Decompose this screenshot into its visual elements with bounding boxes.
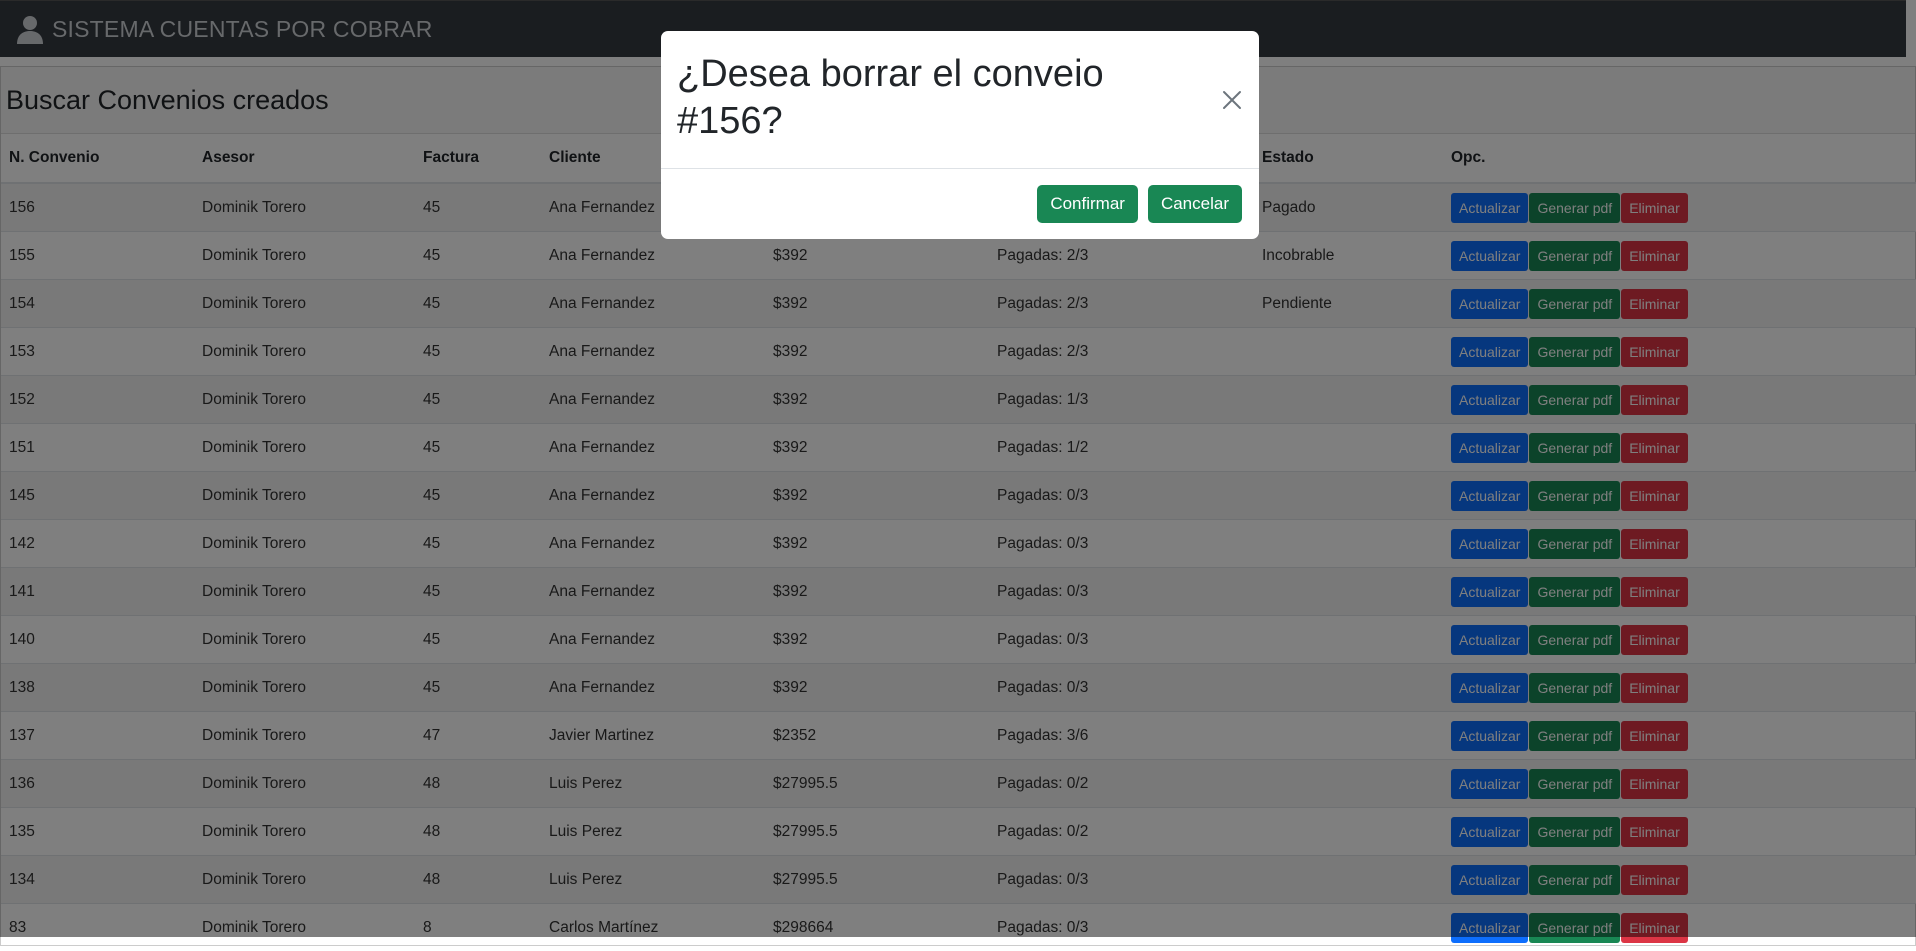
close-icon[interactable] — [1221, 89, 1243, 111]
cancel-button[interactable]: Cancelar — [1148, 185, 1242, 223]
delete-confirm-modal: ¿Desea borrar el conveio #156? Confirmar… — [661, 31, 1259, 239]
modal-footer: Confirmar Cancelar — [661, 168, 1259, 239]
modal-header: ¿Desea borrar el conveio #156? — [661, 31, 1259, 169]
modal-title: ¿Desea borrar el conveio #156? — [677, 51, 1177, 145]
confirm-button[interactable]: Confirmar — [1037, 185, 1138, 223]
